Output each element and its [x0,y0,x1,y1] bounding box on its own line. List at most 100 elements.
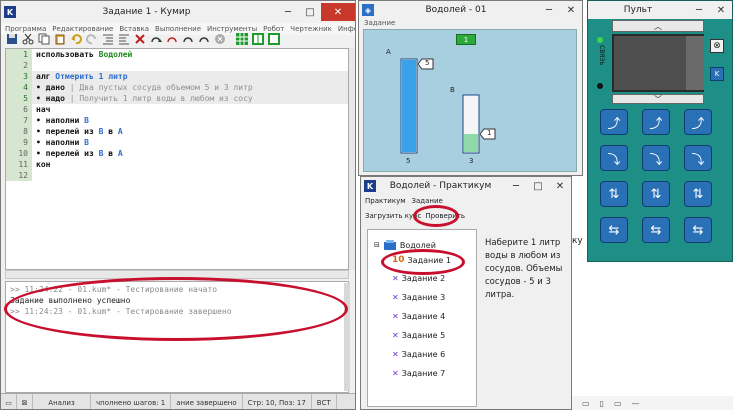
step-over-icon[interactable] [149,32,163,46]
editor-vscroll[interactable] [349,48,355,270]
code-line[interactable]: 12 [6,170,348,181]
paste-icon[interactable] [53,32,67,46]
layout-split-icon[interactable] [251,32,265,46]
task-item[interactable]: ✕ Задание 5 [392,331,445,340]
code-line[interactable]: 5 • надо | Получить 1 литр воды в любом и… [6,93,348,104]
cut-icon[interactable] [21,32,35,46]
load-course-button[interactable]: Загрузить курс [365,212,421,220]
pult-scroll-up[interactable]: ︿ [612,20,704,32]
code-text[interactable]: алг Отмерить 1 литр [32,71,348,82]
stop-icon[interactable] [213,32,227,46]
step-back-icon[interactable] [197,32,211,46]
praktikum-maximize-button[interactable]: □ [527,177,549,195]
save-icon[interactable] [5,32,19,46]
menu-item[interactable]: Практикум [365,197,406,205]
code-text[interactable]: • надо | Получить 1 литр воды в любом из… [32,93,348,104]
task-tree[interactable]: ⊟ Водолей 10 Задание 1 ✕ Задание 2 ✕ Задание … [367,229,477,407]
code-editor[interactable]: 1 использовать Водолей 2 3 алг Отмерить 1 ли… [5,48,349,270]
pult-minimize-button[interactable]: ─ [688,1,710,19]
pult-command-button[interactable]: ⇅ [600,181,628,207]
pult-command-button[interactable]: ⤴ [600,109,628,135]
pult-command-button[interactable]: ⇆ [600,217,628,243]
layout-single-icon[interactable] [267,32,281,46]
code-text[interactable]: • наполни B [32,115,348,126]
code-token: A [117,127,123,136]
code-line[interactable]: 3 алг Отмерить 1 литр [6,71,348,82]
vodoley-close-button[interactable]: ✕ [560,1,582,19]
pult-command-button[interactable]: ⇅ [642,181,670,207]
praktikum-minimize-button[interactable]: ─ [505,177,527,195]
unindent-icon[interactable] [117,32,131,46]
taskbar-icon[interactable]: — [632,399,640,408]
pult-command-button[interactable]: ⤴ [684,109,712,135]
vodoley-title: Водолей - 01 [425,5,487,15]
pult-command-button[interactable]: ⇆ [642,217,670,243]
redo-icon[interactable] [85,32,99,46]
taskbar-icon[interactable]: ▯ [600,399,604,408]
kumir-window: K Задание 1 - Кумир ─ □ ✕ Программа Редак… [0,0,356,410]
task-item[interactable]: ✕ Задание 2 [392,274,445,283]
code-text[interactable]: использовать Водолей [32,49,348,60]
code-line[interactable]: 6 нач [6,104,348,115]
step-into-icon[interactable] [165,32,179,46]
check-button[interactable]: Проверить [425,212,465,220]
console-output[interactable]: >> 11:24:22 - 01.kum* - Тестирование нач… [5,281,349,393]
code-line[interactable]: 10 • перелей из B в A [6,148,348,159]
code-line[interactable]: 9 • наполни B [6,137,348,148]
maximize-button[interactable]: □ [299,3,321,21]
undo-icon[interactable] [69,32,83,46]
taskbar-icon[interactable]: ▭ [614,399,622,408]
pult-command-button[interactable]: ⤵ [642,145,670,171]
step-out-icon[interactable] [181,32,195,46]
code-text[interactable]: • перелей из B в A [32,126,348,137]
vodoley-titlebar[interactable]: ◈ Водолей - 01 ─ ✕ [359,1,582,19]
code-text[interactable]: нач [32,104,348,115]
pult-command-button[interactable]: ⤵ [684,145,712,171]
code-text[interactable]: • перелей из B в A [32,148,348,159]
task-item[interactable]: ✕ Задание 3 [392,293,445,302]
code-text[interactable] [32,170,348,181]
vodoley-minimize-button[interactable]: ─ [538,1,560,19]
tabs-icon[interactable]: ▭ [1,394,17,409]
task-item[interactable]: ✕ Задание 4 [392,312,445,321]
pult-clear-button[interactable]: ⊗ [710,39,724,53]
code-text[interactable]: кон [32,159,348,170]
task-item[interactable]: ✕ Задание 7 [392,369,445,378]
pult-scroll-down[interactable]: ﹀ [612,94,704,104]
code-text[interactable]: • наполни B [32,137,348,148]
pult-close-button[interactable]: ✕ [710,1,732,19]
vodoley-menu[interactable]: Задание [364,19,395,27]
tree-root[interactable]: ⊟ Водолей [374,239,436,251]
code-line[interactable]: 4 • дано | Два пустых сосуда объемом 5 и … [6,82,348,93]
close-button[interactable]: ✕ [321,3,355,21]
code-line[interactable]: 1 использовать Водолей [6,49,348,60]
menu-item[interactable]: Задание [412,197,443,205]
pult-command-button[interactable]: ⤴ [642,109,670,135]
task-item[interactable]: ✕ Задание 6 [392,350,445,359]
pult-command-button[interactable]: ⇅ [684,181,712,207]
console-vscroll[interactable] [344,283,350,391]
pult-command-button[interactable]: ⇆ [684,217,712,243]
minimize-button[interactable]: ─ [277,3,299,21]
pult-titlebar[interactable]: Пульт ─ ✕ [588,1,732,19]
kumir-titlebar[interactable]: K Задание 1 - Кумир ─ □ ✕ [1,1,355,23]
code-line[interactable]: 11 кон [6,159,348,170]
grid-icon[interactable] [235,32,249,46]
close-tab-icon[interactable]: ⊠ [17,394,33,409]
praktikum-close-button[interactable]: ✕ [549,177,571,195]
code-line[interactable]: 8 • перелей из B в A [6,126,348,137]
taskbar-icon[interactable]: ▭ [582,399,590,408]
run-step-icon[interactable] [133,32,147,46]
indent-icon[interactable] [101,32,115,46]
task-item[interactable]: 10 Задание 1 [392,255,451,265]
code-text[interactable] [32,60,348,71]
code-text[interactable]: • дано | Два пустых сосуда объемом 5 и 3… [32,82,348,93]
collapse-icon[interactable]: ⊟ [374,241,380,249]
code-line[interactable]: 7 • наполни B [6,115,348,126]
code-line[interactable]: 2 [6,60,348,71]
pult-command-button[interactable]: ⤵ [600,145,628,171]
praktikum-titlebar[interactable]: K Водолей - Практикум ─ □ ✕ [361,177,571,195]
pult-k-button[interactable]: K [710,67,724,81]
copy-icon[interactable] [37,32,51,46]
editor-hscroll[interactable] [5,270,349,279]
